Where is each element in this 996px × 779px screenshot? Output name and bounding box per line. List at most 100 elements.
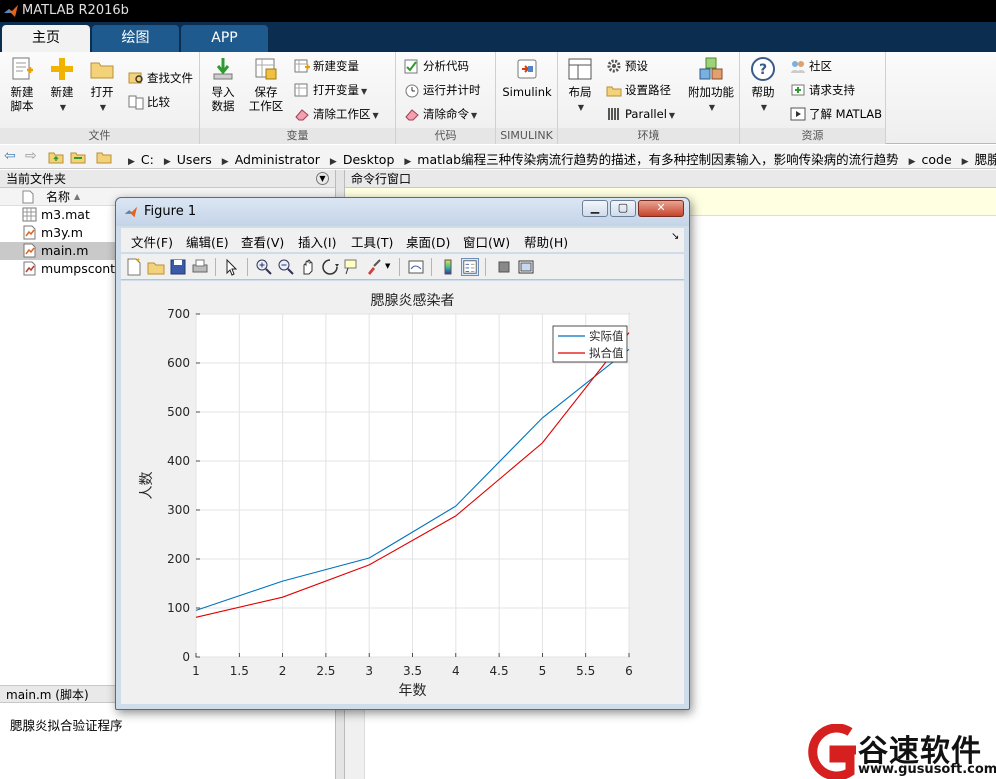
clear-commands-label: 清除命令 [423, 107, 469, 121]
parallel-button[interactable]: Parallel ▼ [606, 104, 675, 124]
import-data-button[interactable]: 导入 数据 [204, 56, 242, 113]
legend-label: 拟合值 [589, 346, 624, 360]
pointer-arrow-icon[interactable] [223, 258, 241, 276]
set-path-button[interactable]: 设置路径 [606, 80, 671, 100]
new-button[interactable]: 新建 ▼ [44, 56, 80, 115]
community-button[interactable]: 社区 [790, 56, 832, 76]
tab-home[interactable]: 主页 [2, 25, 90, 52]
menu-dock-icon[interactable]: ↘ [671, 231, 679, 242]
pane-menu-icon[interactable]: ▼ [316, 172, 329, 185]
pan-hand-icon[interactable] [299, 258, 317, 276]
menu-help[interactable]: 帮助(H) [524, 232, 568, 251]
minimize-icon: ▁ [590, 201, 600, 214]
menu-file[interactable]: 文件(F) [131, 232, 173, 251]
ribbon-section-code-label: 代码 [396, 128, 495, 144]
brush-dropdown-icon[interactable]: ▼ [385, 262, 390, 270]
ribbon-section-simulink-label: SIMULINK [496, 128, 557, 144]
legend-toggle-icon[interactable] [461, 258, 479, 276]
show-plot-tools-icon[interactable] [517, 258, 535, 276]
new-variable-label: 新建变量 [313, 59, 359, 73]
eraser-icon [295, 109, 309, 121]
close-button[interactable]: ✕ [638, 200, 684, 217]
find-files-label: 查找文件 [147, 71, 193, 85]
menu-desktop[interactable]: 桌面(D) [406, 232, 450, 251]
data-cursor-icon[interactable] [343, 258, 361, 276]
up-folder-icon[interactable] [48, 149, 64, 165]
open-button[interactable]: 打开 ▼ [84, 56, 120, 115]
zoom-in-icon[interactable] [255, 258, 273, 276]
browse-folder-icon[interactable] [70, 149, 86, 165]
open-file-icon[interactable] [147, 258, 165, 276]
layout-button[interactable]: 布局 ▼ [564, 56, 596, 115]
rotate-3d-icon[interactable] [321, 258, 339, 276]
current-folder-header: 当前文件夹 ▼ [0, 170, 335, 188]
breadcrumb-item[interactable]: Administrator [235, 152, 320, 167]
command-window-title: 命令行窗口 [351, 172, 412, 186]
x-tick-label: 4 [452, 664, 460, 678]
x-tick-label: 5.5 [576, 664, 595, 678]
minimize-button[interactable]: ▁ [582, 200, 608, 217]
tab-apps[interactable]: APP [181, 25, 268, 52]
analyze-code-button[interactable]: 分析代码 [404, 56, 469, 76]
y-tick-label: 500 [167, 405, 190, 419]
figure-window[interactable]: Figure 1 ▁ ▢ ✕ 文件(F) 编辑(E) 查看(V) 插入(I) 工… [115, 197, 690, 710]
legend-label: 实际值 [589, 329, 624, 343]
layout-label: 布局 [568, 85, 592, 99]
brush-icon[interactable] [365, 258, 383, 276]
new-variable-button[interactable]: 新建变量 [294, 56, 359, 76]
find-files-button[interactable]: 查找文件 [128, 68, 193, 88]
compare-button[interactable]: 比较 [128, 92, 170, 112]
addons-button[interactable]: 附加功能 ▼ [686, 56, 736, 115]
ribbon-section-variable-label: 变量 [200, 128, 395, 144]
simulink-button[interactable]: Simulink [500, 56, 554, 99]
forward-arrow-icon[interactable]: ⇨ [25, 148, 37, 164]
run-and-time-button[interactable]: 运行并计时 [404, 80, 481, 100]
set-path-label: 设置路径 [625, 83, 671, 97]
new-script-label: 新建 脚本 [10, 85, 34, 113]
clear-workspace-button[interactable]: 清除工作区 ▼ [294, 104, 379, 124]
zoom-out-icon[interactable] [277, 258, 295, 276]
new-script-button[interactable]: 新建 脚本 [4, 56, 40, 113]
breadcrumb-item[interactable]: C: [141, 152, 154, 167]
help-button[interactable]: ? 帮助 ▼ [746, 56, 780, 115]
maximize-button[interactable]: ▢ [610, 200, 636, 217]
new-figure-icon[interactable] [125, 258, 143, 276]
analyze-code-label: 分析代码 [423, 59, 469, 73]
figure-titlebar[interactable]: Figure 1 ▁ ▢ ✕ [116, 198, 689, 226]
chart-legend[interactable]: 实际值拟合值 [552, 325, 628, 363]
breadcrumb-item[interactable]: Desktop [343, 152, 395, 167]
y-axis-label: 人数 [139, 472, 155, 500]
x-tick-label: 2 [279, 664, 287, 678]
link-plot-icon[interactable] [407, 258, 425, 276]
menu-edit[interactable]: 编辑(E) [186, 232, 229, 251]
tab-plots[interactable]: 绘图 [92, 25, 179, 52]
breadcrumb-item[interactable]: code [922, 152, 952, 167]
breadcrumb-item[interactable]: Users [177, 152, 212, 167]
x-tick-label: 5 [539, 664, 547, 678]
back-arrow-icon[interactable]: ⇦ [4, 148, 16, 164]
find-files-icon [128, 72, 143, 84]
save-icon[interactable] [169, 258, 187, 276]
request-support-button[interactable]: 请求支持 [790, 80, 855, 100]
colorbar-icon[interactable] [439, 258, 457, 276]
menu-tools[interactable]: 工具(T) [351, 232, 393, 251]
learn-matlab-button[interactable]: 了解 MATLAB [790, 104, 882, 124]
breadcrumb-item[interactable]: 腮腺炎程序 [975, 152, 996, 167]
menu-window[interactable]: 窗口(W) [463, 232, 510, 251]
print-icon[interactable] [191, 258, 209, 276]
compare-label: 比较 [147, 95, 170, 109]
matlab-logo-icon [124, 206, 138, 218]
breadcrumb-item[interactable]: matlab编程三种传染病流行趋势的描述，有多种控制因素输入，影响传染病的流行趋… [417, 152, 898, 167]
menu-insert[interactable]: 插入(I) [298, 232, 336, 251]
ribbon-section-file-label: 文件 [0, 128, 199, 144]
save-workspace-button[interactable]: 保存 工作区 [246, 56, 286, 113]
toolbar-separator [215, 258, 216, 276]
menu-view[interactable]: 查看(V) [241, 232, 284, 251]
new-variable-icon [294, 59, 310, 73]
parallel-label: Parallel [625, 107, 667, 121]
simulink-label: Simulink [502, 85, 552, 99]
preferences-button[interactable]: 预设 [606, 56, 648, 76]
clear-commands-button[interactable]: 清除命令 ▼ [404, 104, 477, 124]
open-variable-button[interactable]: 打开变量 ▼ [294, 80, 367, 100]
hide-plot-tools-icon[interactable] [495, 258, 513, 276]
